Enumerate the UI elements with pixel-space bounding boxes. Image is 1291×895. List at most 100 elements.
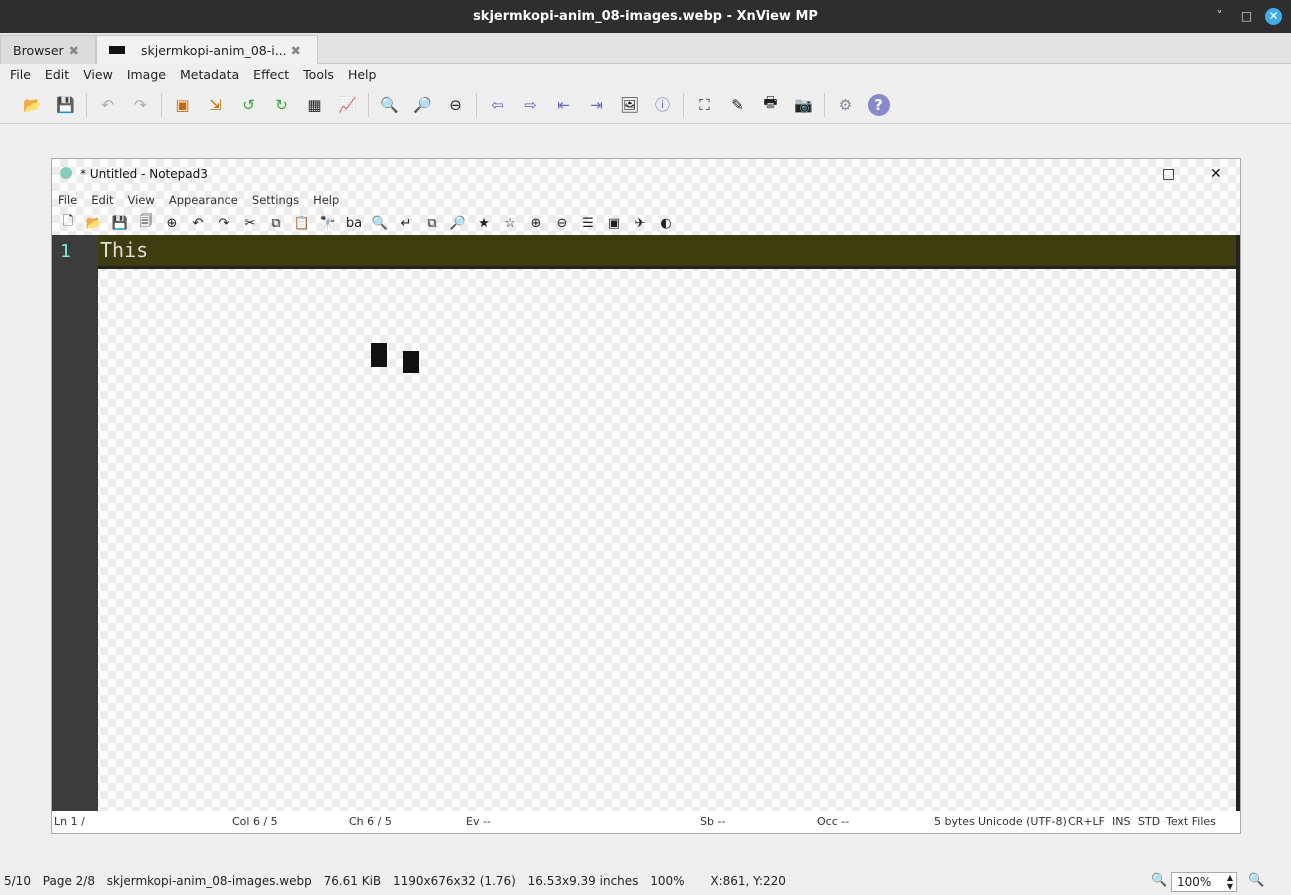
editor-border: [1236, 235, 1240, 811]
zoom-in-icon: ⊕: [530, 215, 542, 231]
cut-icon: ✂: [244, 215, 256, 231]
separator: [161, 92, 162, 117]
insert-icon: ⧉: [427, 215, 437, 231]
tab-close-icon[interactable]: ✖: [291, 36, 301, 65]
line-number-gutter: 1: [52, 235, 98, 811]
separator: [86, 92, 87, 117]
zoom-in-icon[interactable]: 🔍: [379, 94, 401, 116]
tab-label: skjermkopi-anim_08-i...: [141, 43, 287, 58]
status-col: Col 6 / 5: [232, 815, 278, 828]
tab-image[interactable]: skjermkopi-anim_08-i... ✖: [96, 35, 318, 64]
add-favorite-icon: ☆: [504, 215, 516, 231]
notepad-maximize-icon: □: [1162, 166, 1176, 182]
menu-help[interactable]: Help: [348, 64, 377, 86]
undo-icon: ↶: [192, 215, 204, 231]
separator: [368, 92, 369, 117]
menu-file[interactable]: File: [10, 64, 31, 86]
find-zoom-icon: 🔎: [449, 215, 467, 231]
info-icon[interactable]: ⓘ: [652, 94, 674, 116]
previous-icon[interactable]: ⇦: [487, 94, 509, 116]
editor-current-line: This: [98, 235, 1240, 269]
status-dimensions: 1190x676x32 (1.76): [393, 874, 516, 888]
slideshow-icon[interactable]: 🖼: [619, 94, 641, 116]
notepad-menu-view: View: [127, 193, 155, 207]
rotate-left-icon[interactable]: ↺: [238, 94, 260, 116]
status-ins: INS: [1112, 815, 1131, 828]
menu-edit[interactable]: Edit: [45, 64, 69, 86]
adjust-colors-icon[interactable]: ▦: [304, 94, 326, 116]
notepad-menu: File Edit View Appearance Settings Help: [58, 189, 339, 211]
zoom-1to1-icon[interactable]: 🔎: [412, 94, 434, 116]
terminal-icon: ▣: [607, 215, 621, 231]
status-index: 5/10: [4, 874, 31, 888]
status-sel: Sb --: [700, 815, 726, 828]
menu-image[interactable]: Image: [127, 64, 166, 86]
fullscreen-icon[interactable]: ⛶: [694, 94, 716, 116]
status-size: 5 bytes: [934, 815, 975, 828]
spin-arrows-icon[interactable]: ▲ ▼: [1227, 873, 1233, 891]
settings-gear-icon[interactable]: ⚙: [835, 94, 857, 116]
paste-icon: 📋: [293, 215, 311, 231]
zoom-in-small-icon[interactable]: 🔍: [1151, 873, 1167, 888]
notepad-statusbar: Ln 1 / Col 6 / 5 Ch 6 / 5 Ev -- Sb -- Oc…: [52, 811, 1240, 833]
last-page-icon[interactable]: ⇥: [586, 94, 608, 116]
capture-icon[interactable]: 📷: [793, 94, 815, 116]
save-as-icon: 🗐: [139, 214, 153, 229]
status-std: STD: [1138, 815, 1161, 828]
find-icon: 🔭: [319, 215, 337, 231]
tab-close-icon[interactable]: ✖: [69, 36, 79, 65]
first-page-icon[interactable]: ⇤: [553, 94, 575, 116]
menu-metadata[interactable]: Metadata: [180, 64, 239, 86]
notepad-title: * Untitled - Notepad3: [80, 167, 208, 181]
close-button[interactable]: ✕: [1265, 8, 1282, 25]
separator: [824, 92, 825, 117]
save-icon[interactable]: 💾: [55, 94, 77, 116]
help-icon[interactable]: ?: [867, 93, 890, 116]
notepad-menu-file: File: [58, 193, 78, 207]
print-icon[interactable]: 🖶: [760, 93, 782, 116]
menu-effect[interactable]: Effect: [253, 64, 289, 86]
main-toolbar: 📂 💾 ↶ ↷ ▣ ⇲ ↺ ↻ ▦ 📈 🔍 🔎 ⊖ ⇦ ⇨ ⇤ ⇥ 🖼 ⓘ ⛶ …: [0, 86, 1291, 124]
maximize-button[interactable]: □: [1238, 8, 1255, 25]
browser-folder-icon[interactable]: 📂: [22, 94, 44, 116]
tab-bar: Browser ✖ skjermkopi-anim_08-i... ✖: [0, 33, 1291, 64]
notepad-menu-settings: Settings: [251, 193, 300, 207]
status-ln: Ln 1 /: [54, 815, 85, 828]
status-eol: CR+LF: [1068, 815, 1105, 828]
redo-icon[interactable]: ↷: [130, 94, 152, 116]
next-icon[interactable]: ⇨: [520, 94, 542, 116]
cursor-artifact: [403, 351, 419, 373]
menu-view[interactable]: View: [83, 64, 113, 86]
zoom-out-icon[interactable]: ⊖: [445, 94, 467, 116]
window-title: skjermkopi-anim_08-images.webp - XnView …: [473, 9, 818, 24]
menu-tools[interactable]: Tools: [303, 64, 334, 86]
wordwrap-icon: ↵: [400, 215, 412, 231]
status-occ: Occ --: [817, 815, 850, 828]
copy-icon: ⧉: [271, 215, 281, 231]
save-icon: 💾: [111, 215, 129, 231]
crop-icon[interactable]: ▣: [172, 94, 194, 116]
rotate-right-icon[interactable]: ↻: [271, 94, 293, 116]
notepad-menu-appearance: Appearance: [168, 193, 238, 207]
image-viewer-canvas[interactable]: * Untitled - Notepad3 □ ✕ File Edit View…: [51, 158, 1241, 834]
zoom-spinbox[interactable]: 100% ▲ ▼: [1171, 872, 1237, 892]
levels-icon[interactable]: 📈: [337, 94, 359, 116]
edit-text-icon[interactable]: ✎: [727, 94, 749, 116]
status-ev: Ev --: [466, 815, 491, 828]
menu-bar: File Edit View Image Metadata Effect Too…: [0, 64, 1291, 86]
undo-icon[interactable]: ↶: [97, 94, 119, 116]
zoom-out-icon: ⊖: [556, 215, 568, 231]
cursor-artifact: [371, 343, 387, 367]
status-bar: 5/10 Page 2/8 skjermkopi-anim_08-images.…: [0, 868, 1291, 895]
separator: [476, 92, 477, 117]
notepad-close-icon: ✕: [1210, 166, 1222, 182]
tab-browser[interactable]: Browser ✖: [0, 35, 96, 64]
zoom-out-small-icon[interactable]: 🔍: [1248, 873, 1264, 888]
minimize-button[interactable]: ˅: [1211, 8, 1228, 25]
status-lexer: Text Files: [1166, 815, 1216, 828]
zoom-value: 100%: [1177, 875, 1212, 889]
resize-icon[interactable]: ⇲: [205, 94, 227, 116]
contrast-icon: ◐: [660, 215, 672, 231]
redo-icon: ↷: [218, 215, 230, 231]
notepad-titlebar: * Untitled - Notepad3 □ ✕: [52, 159, 1240, 189]
